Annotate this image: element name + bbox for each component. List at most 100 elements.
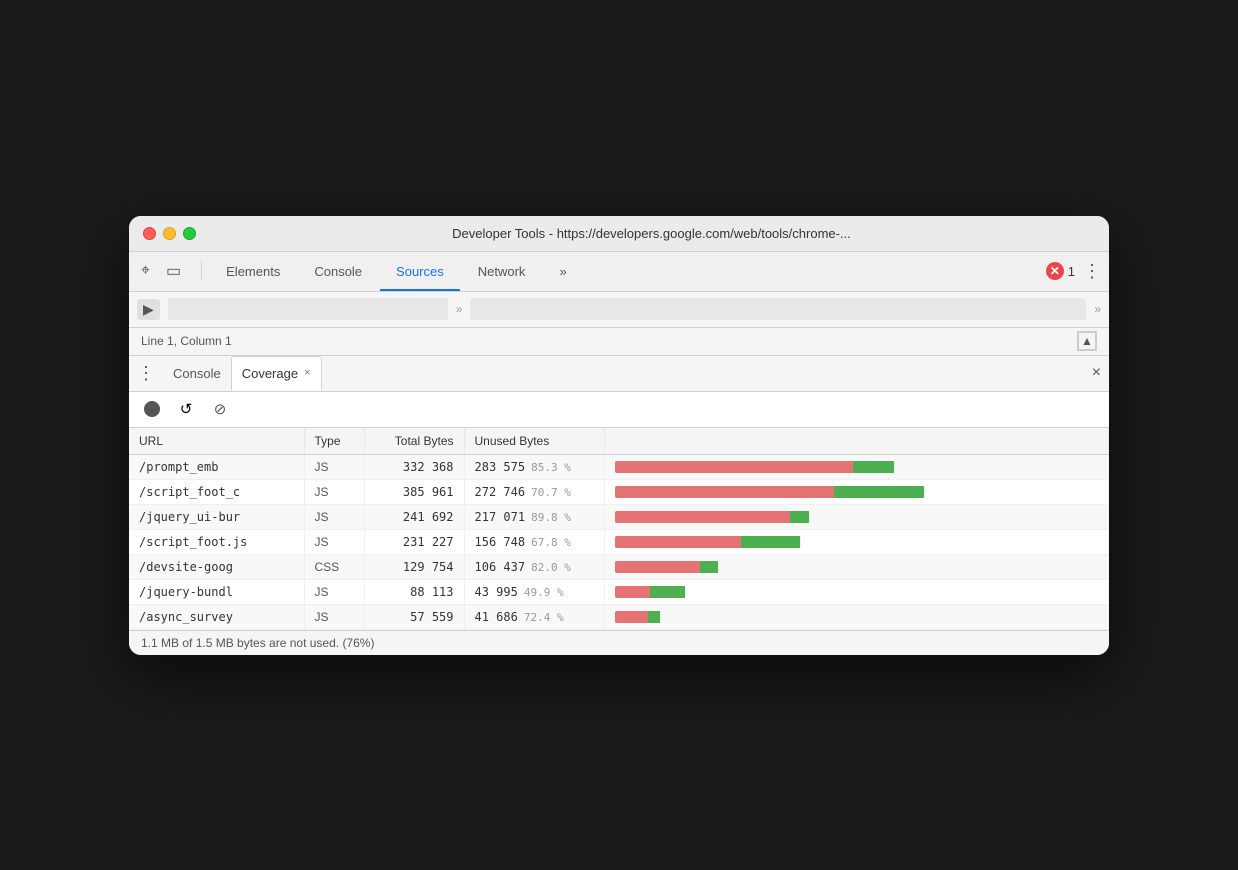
- coverage-table: URL Type Total Bytes Unused Bytes /promp…: [129, 428, 1109, 630]
- type-cell: JS: [304, 529, 364, 554]
- coverage-panel-header: ⋮ Console Coverage × ×: [129, 356, 1109, 392]
- status-bar: Line 1, Column 1 ▲: [129, 328, 1109, 356]
- table-row[interactable]: /async_surveyJS57 55941 68672.4 %: [129, 604, 1109, 629]
- sources-sub-bar: ▶ » »: [129, 292, 1109, 328]
- unused-bytes-cell: 217 07189.8 %: [464, 504, 604, 529]
- total-bytes-cell: 129 754: [364, 554, 464, 579]
- col-header-type: Type: [304, 428, 364, 455]
- unused-bar: [615, 561, 700, 573]
- unused-bytes-cell: 283 57585.3 %: [464, 454, 604, 479]
- used-bar: [650, 586, 686, 598]
- unused-bar: [615, 611, 648, 623]
- play-icon[interactable]: ▶: [137, 299, 160, 320]
- bar-cell: [604, 604, 1109, 629]
- type-cell: JS: [304, 604, 364, 629]
- reload-button[interactable]: ↺: [175, 398, 197, 420]
- type-cell: JS: [304, 479, 364, 504]
- more-menu-icon[interactable]: ⋮: [1083, 261, 1101, 282]
- record-icon: [144, 401, 160, 417]
- tab-more[interactable]: »: [543, 252, 582, 291]
- col-header-unused: Unused Bytes: [464, 428, 604, 455]
- url-cell: /devsite-goog: [129, 554, 304, 579]
- type-cell: CSS: [304, 554, 364, 579]
- total-bytes-cell: 57 559: [364, 604, 464, 629]
- maximize-button[interactable]: [183, 227, 196, 240]
- url-cell: /jquery_ui-bur: [129, 504, 304, 529]
- cursor-icon[interactable]: ⌖: [137, 258, 154, 284]
- used-bar: [700, 561, 719, 573]
- total-bytes-cell: 241 692: [364, 504, 464, 529]
- used-bar: [648, 611, 661, 623]
- table-row[interactable]: /devsite-googCSS129 754106 43782.0 %: [129, 554, 1109, 579]
- tab-console[interactable]: Console: [298, 252, 378, 291]
- toolbar-separator: [201, 261, 202, 281]
- unused-bar: [615, 536, 741, 548]
- toolbar-icons: ⌖ ▭: [137, 257, 185, 285]
- url-cell: /script_foot.js: [129, 529, 304, 554]
- footer-summary: 1.1 MB of 1.5 MB bytes are not used. (76…: [141, 636, 374, 650]
- devtools-toolbar: ⌖ ▭ Elements Console Sources Network » ✕: [129, 252, 1109, 292]
- tab-network[interactable]: Network: [462, 252, 542, 291]
- status-right-icon[interactable]: ▲: [1077, 331, 1097, 351]
- error-count: 1: [1068, 264, 1075, 279]
- bar-cell: [604, 454, 1109, 479]
- reload-icon: ↺: [180, 400, 193, 418]
- toolbar-right: ✕ 1 ⋮: [1046, 261, 1101, 282]
- record-button[interactable]: [141, 398, 163, 420]
- col-header-bar: [604, 428, 1109, 455]
- clear-icon: ⊘: [214, 400, 227, 418]
- total-bytes-cell: 231 227: [364, 529, 464, 554]
- bar-cell: [604, 529, 1109, 554]
- table-row[interactable]: /script_foot_cJS385 961272 74670.7 %: [129, 479, 1109, 504]
- window-title: Developer Tools - https://developers.goo…: [208, 226, 1095, 241]
- table-row[interactable]: /jquery-bundlJS88 11343 99549.9 %: [129, 579, 1109, 604]
- table-row[interactable]: /prompt_embJS332 368283 57585.3 %: [129, 454, 1109, 479]
- close-button[interactable]: [143, 227, 156, 240]
- url-cell: /jquery-bundl: [129, 579, 304, 604]
- panel-tab-coverage[interactable]: Coverage ×: [231, 356, 322, 391]
- type-cell: JS: [304, 579, 364, 604]
- unused-bar: [615, 586, 650, 598]
- coverage-tab-close[interactable]: ×: [304, 367, 310, 379]
- device-icon[interactable]: ▭: [162, 257, 185, 285]
- unused-bar: [615, 486, 834, 498]
- used-bar: [790, 511, 810, 523]
- unused-bytes-cell: 156 74867.8 %: [464, 529, 604, 554]
- unused-bytes-cell: 272 74670.7 %: [464, 479, 604, 504]
- unused-bytes-cell: 41 68672.4 %: [464, 604, 604, 629]
- total-bytes-cell: 385 961: [364, 479, 464, 504]
- clear-button[interactable]: ⊘: [209, 398, 231, 420]
- bar-cell: [604, 479, 1109, 504]
- unused-bytes-cell: 43 99549.9 %: [464, 579, 604, 604]
- line-col-status: Line 1, Column 1: [141, 334, 232, 348]
- col-header-url: URL: [129, 428, 304, 455]
- unused-bytes-cell: 106 43782.0 %: [464, 554, 604, 579]
- total-bytes-cell: 332 368: [364, 454, 464, 479]
- devtools-window: Developer Tools - https://developers.goo…: [129, 216, 1109, 655]
- bar-cell: [604, 504, 1109, 529]
- panel-tab-console[interactable]: Console: [163, 356, 231, 391]
- url-cell: /async_survey: [129, 604, 304, 629]
- minimize-button[interactable]: [163, 227, 176, 240]
- table-row[interactable]: /jquery_ui-burJS241 692217 07189.8 %: [129, 504, 1109, 529]
- used-bar: [741, 536, 801, 548]
- tab-elements[interactable]: Elements: [210, 252, 296, 291]
- used-bar: [834, 486, 925, 498]
- coverage-footer: 1.1 MB of 1.5 MB bytes are not used. (76…: [129, 630, 1109, 655]
- panel-menu-icon[interactable]: ⋮: [137, 363, 155, 384]
- unused-bar: [615, 461, 854, 473]
- traffic-lights: [143, 227, 196, 240]
- used-bar: [853, 461, 894, 473]
- toolbar-tabs: Elements Console Sources Network »: [210, 252, 583, 291]
- title-bar: Developer Tools - https://developers.goo…: [129, 216, 1109, 252]
- panel-close-icon[interactable]: ×: [1092, 364, 1101, 382]
- total-bytes-cell: 88 113: [364, 579, 464, 604]
- error-badge[interactable]: ✕ 1: [1046, 262, 1075, 280]
- bar-cell: [604, 554, 1109, 579]
- table-row[interactable]: /script_foot.jsJS231 227156 74867.8 %: [129, 529, 1109, 554]
- error-icon: ✕: [1046, 262, 1064, 280]
- type-cell: JS: [304, 504, 364, 529]
- type-cell: JS: [304, 454, 364, 479]
- tab-sources[interactable]: Sources: [380, 252, 460, 291]
- coverage-toolbar: ↺ ⊘: [129, 392, 1109, 428]
